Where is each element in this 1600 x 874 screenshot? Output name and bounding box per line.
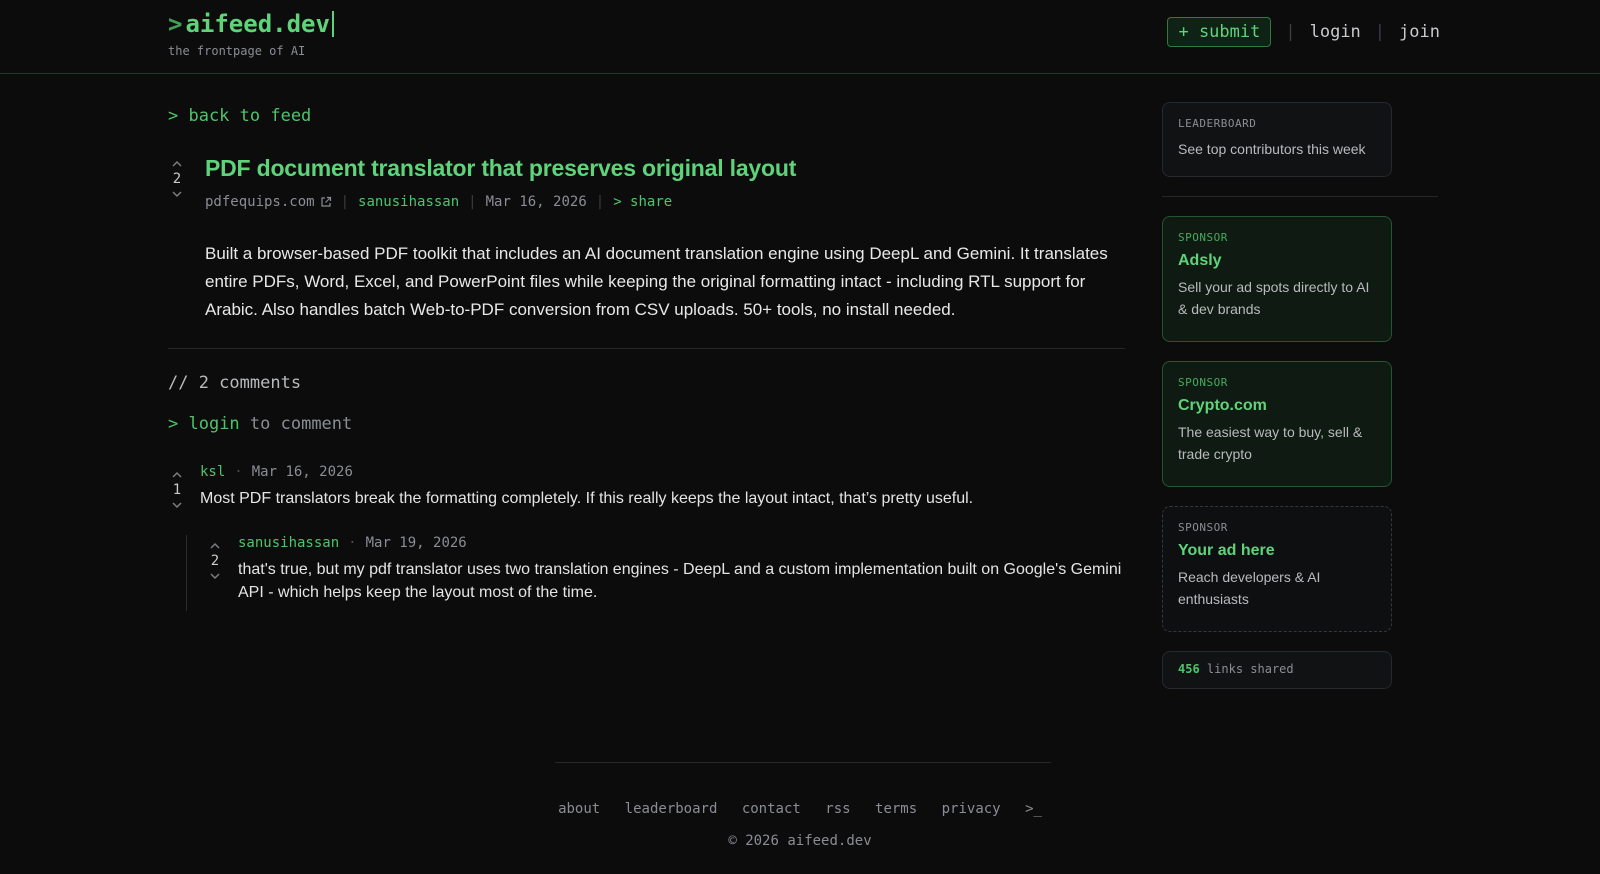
footer-divider xyxy=(555,762,1051,763)
comment-header: ksl · Mar 16, 2026 xyxy=(200,464,353,480)
leaderboard-desc: See top contributors this week xyxy=(1178,141,1366,157)
back-to-feed-link[interactable]: > back to feed xyxy=(168,106,311,126)
footer-link-rss[interactable]: rss xyxy=(825,801,850,817)
sponsor-title: Crypto.com xyxy=(1178,397,1267,414)
comment-vote-widget: 2 xyxy=(206,540,224,582)
leaderboard-label: LEADERBOARD xyxy=(1178,117,1257,130)
sponsor-desc: Sell your ad spots directly to AI & dev … xyxy=(1178,279,1370,317)
post-date: Mar 16, 2026 xyxy=(485,194,587,210)
sponsor-label: SPONSOR xyxy=(1178,231,1228,244)
links-label: links shared xyxy=(1206,662,1294,676)
logo-prompt: > xyxy=(168,10,183,38)
reply-thread-line xyxy=(186,535,187,611)
comment-author[interactable]: ksl xyxy=(200,464,225,480)
sponsor-card-your-ad[interactable]: SPONSOR Your ad here Reach developers & … xyxy=(1162,506,1392,632)
footer-link-terms[interactable]: terms xyxy=(875,801,917,817)
external-link-icon[interactable] xyxy=(320,196,332,208)
meta-dot: · xyxy=(348,535,357,551)
submit-button[interactable]: + submit xyxy=(1167,17,1272,47)
chevron-down-icon[interactable] xyxy=(206,570,224,582)
comment-author[interactable]: sanusihassan xyxy=(238,535,339,551)
post-meta: pdfequips.com | sanusihassan | Mar 16, 2… xyxy=(205,194,672,210)
stats-card: 456 links shared xyxy=(1162,651,1392,689)
footer-link-terminal[interactable]: >_ xyxy=(1025,801,1042,817)
sponsor-desc: The easiest way to buy, sell & trade cry… xyxy=(1178,424,1363,462)
chevron-up-icon[interactable] xyxy=(168,158,186,170)
links-count: 456 xyxy=(1178,662,1200,676)
leaderboard-card[interactable]: LEADERBOARD See top contributors this we… xyxy=(1162,102,1392,177)
post-body: Built a browser-based PDF toolkit that i… xyxy=(205,244,1108,319)
meta-separator: | xyxy=(595,194,605,210)
comment-vote-widget: 1 xyxy=(168,469,186,511)
login-prompt-suffix: to comment xyxy=(239,414,353,434)
post-author[interactable]: sanusihassan xyxy=(358,194,459,210)
join-link[interactable]: join xyxy=(1399,22,1440,42)
sponsor-card-adsly[interactable]: SPONSOR Adsly Sell your ad spots directl… xyxy=(1162,216,1392,342)
login-link[interactable]: login xyxy=(1310,22,1361,42)
copyright: © 2026 aifeed.dev xyxy=(728,833,872,849)
login-to-comment: > login to comment xyxy=(168,414,352,434)
share-link[interactable]: > share xyxy=(613,194,672,210)
footer-link-privacy[interactable]: privacy xyxy=(942,801,1001,817)
sidebar-divider xyxy=(1162,196,1438,197)
chevron-down-icon[interactable] xyxy=(168,499,186,511)
comment-date: Mar 16, 2026 xyxy=(251,464,353,480)
comment-text: Most PDF translators break the formattin… xyxy=(200,490,974,507)
login-prompt-symbol: > xyxy=(168,414,189,434)
chevron-up-icon[interactable] xyxy=(206,540,224,552)
site-tagline: the frontpage of AI xyxy=(168,44,306,58)
cursor-icon xyxy=(331,11,334,37)
sponsor-label: SPONSOR xyxy=(1178,376,1228,389)
sponsor-desc: Reach developers & AI enthusiasts xyxy=(1178,569,1321,607)
comment-vote-count: 1 xyxy=(172,482,182,498)
footer-link-contact[interactable]: contact xyxy=(742,801,801,817)
comment-date: Mar 19, 2026 xyxy=(365,535,467,551)
post-title[interactable]: PDF document translator that preserves o… xyxy=(205,155,796,182)
sponsor-title: Adsly xyxy=(1178,252,1222,269)
header-nav: + submit | login | join xyxy=(1167,17,1440,47)
nav-separator: | xyxy=(1285,22,1296,42)
comment-header: sanusihassan · Mar 19, 2026 xyxy=(238,535,467,551)
comments-count: // 2 comments xyxy=(168,373,302,393)
comment-vote-count: 2 xyxy=(210,553,220,569)
login-to-comment-link[interactable]: login xyxy=(188,414,239,434)
meta-separator: | xyxy=(340,194,350,210)
post-vote-count: 2 xyxy=(172,171,182,187)
footer-link-about[interactable]: about xyxy=(558,801,600,817)
meta-separator: | xyxy=(468,194,477,210)
logo-name: aifeed.dev xyxy=(185,10,330,38)
post-vote-widget: 2 xyxy=(168,158,186,200)
footer-links: about leaderboard contact rss terms priv… xyxy=(0,801,1600,817)
site-header: > aifeed.dev the frontpage of AI + submit… xyxy=(0,0,1600,74)
chevron-up-icon[interactable] xyxy=(168,469,186,481)
content-divider xyxy=(168,348,1125,349)
meta-dot: · xyxy=(234,464,243,480)
site-logo[interactable]: > aifeed.dev xyxy=(168,10,334,38)
sponsor-card-crypto[interactable]: SPONSOR Crypto.com The easiest way to bu… xyxy=(1162,361,1392,487)
sponsor-label: SPONSOR xyxy=(1178,521,1228,534)
post-domain[interactable]: pdfequips.com xyxy=(205,194,315,210)
comment-text: that's true, but my pdf translator uses … xyxy=(238,561,1122,601)
chevron-down-icon[interactable] xyxy=(168,188,186,200)
nav-separator: | xyxy=(1374,22,1386,42)
footer-link-leaderboard[interactable]: leaderboard xyxy=(625,801,718,817)
sponsor-title: Your ad here xyxy=(1178,542,1275,559)
